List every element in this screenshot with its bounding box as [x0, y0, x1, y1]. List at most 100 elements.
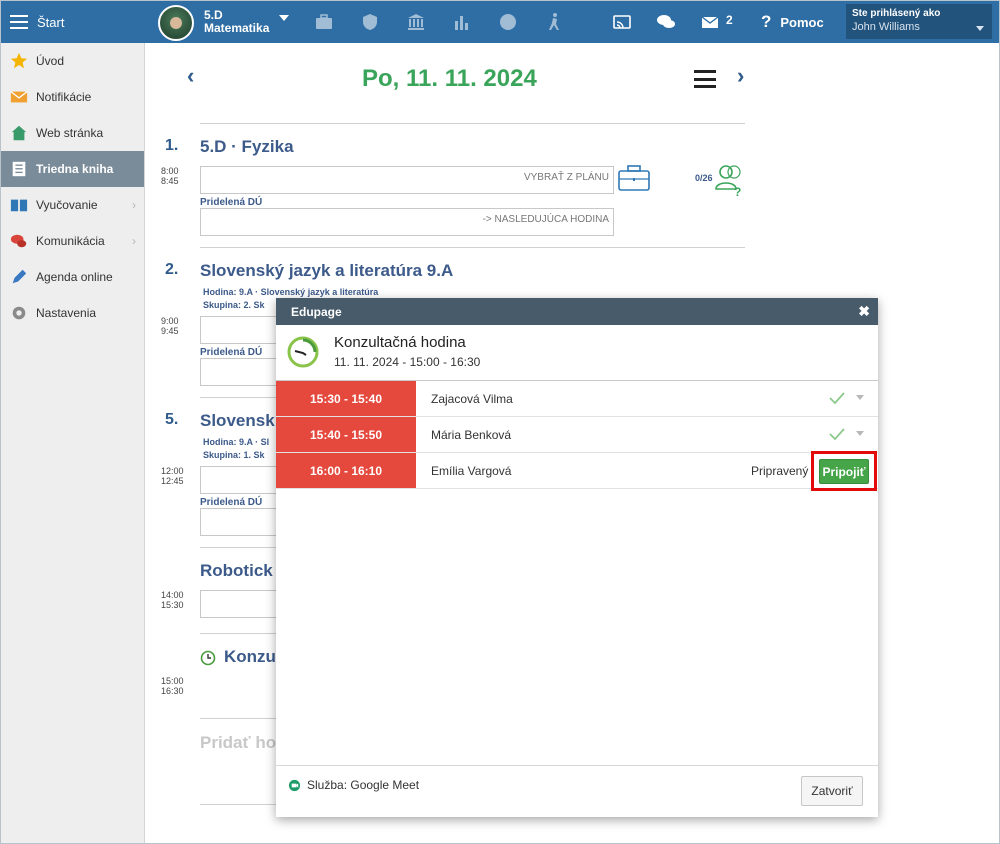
homework-label: Pridelená DÚ	[200, 497, 263, 508]
chat-icon[interactable]	[655, 11, 677, 33]
attendance-count: 0/26	[695, 173, 713, 183]
help-label: Pomoc	[780, 14, 824, 30]
clock-icon	[287, 336, 319, 368]
lesson-time: 9:00 9:45	[161, 316, 179, 336]
sidebar-item-uvod[interactable]: Úvod	[1, 43, 144, 79]
sidebar-item-label: Notifikácie	[36, 90, 92, 104]
lesson-title[interactable]: Slovensk	[200, 411, 275, 431]
start-menu-button[interactable]: Štart	[1, 1, 145, 43]
chat-icon	[10, 232, 28, 250]
add-lesson-button[interactable]: Pridať ho	[200, 733, 276, 753]
next-day-button[interactable]: ›	[737, 63, 744, 89]
lesson-time: 14:00 15:30	[161, 590, 184, 610]
chevron-down-icon[interactable]	[279, 15, 289, 21]
sidebar-item-notifikacie[interactable]: Notifikácie	[1, 79, 144, 115]
sidebar-item-label: Úvod	[36, 54, 65, 68]
sidebar-item-agenda-online[interactable]: Agenda online	[1, 259, 144, 295]
notebook-icon	[10, 160, 28, 178]
bank-icon[interactable]	[405, 11, 427, 33]
hamburger-icon	[10, 15, 28, 29]
pen-icon	[10, 268, 28, 286]
slot-participant: Mária Benková	[431, 428, 512, 442]
sidebar: Úvod Notifikácie Web stránka Triedna kni…	[1, 43, 145, 843]
close-button[interactable]: Zatvoriť	[801, 776, 863, 806]
divider	[200, 123, 745, 124]
clock-icon	[200, 650, 216, 666]
lesson-title[interactable]: Robotick	[200, 561, 273, 581]
slot-time: 16:00 - 16:10	[276, 453, 416, 488]
consultation-slot[interactable]: 15:30 - 15:40 Zajacová Vilma	[276, 381, 878, 417]
mail-count-badge: 2	[726, 13, 733, 27]
prev-day-button[interactable]: ‹	[187, 63, 194, 89]
briefcase-icon[interactable]	[313, 11, 335, 33]
service-info: Služba: Google Meet	[288, 778, 419, 792]
start-label: Štart	[37, 14, 65, 30]
book-icon	[10, 196, 28, 214]
chevron-down-icon[interactable]	[856, 395, 864, 400]
sidebar-item-label: Web stránka	[36, 126, 104, 140]
close-icon[interactable]: ✖	[858, 303, 870, 320]
dialog-header: Edupage ✖	[276, 298, 878, 325]
star-icon	[10, 52, 28, 70]
lesson-topic-field[interactable]: VYBRAŤ Z PLÁNU	[200, 166, 614, 194]
dialog-footer: Služba: Google Meet Zatvoriť	[276, 765, 878, 817]
consultation-slot[interactable]: 16:00 - 16:10 Emília Vargová Pripravený …	[276, 451, 878, 491]
top-bar: Štart 5.D Matematika 2 ? Pomoc Ste prihl…	[1, 1, 999, 43]
sidebar-item-label: Nastavenia	[36, 306, 97, 320]
event-title: Konzultačná hodina	[334, 334, 466, 351]
consultation-slot[interactable]: 15:40 - 15:50 Mária Benková	[276, 417, 878, 453]
chevron-down-icon	[976, 26, 984, 31]
lesson-title[interactable]: Konzu	[224, 647, 276, 667]
consultation-dialog: Edupage ✖ Konzultačná hodina 11. 11. 202…	[276, 298, 878, 817]
event-datetime: 11. 11. 2024 - 15:00 - 16:30	[334, 355, 481, 369]
service-label: Služba: Google Meet	[307, 778, 420, 792]
homework-label: Pridelená DÚ	[200, 347, 263, 358]
gear-icon	[10, 304, 28, 322]
bar-chart-icon[interactable]	[451, 11, 473, 33]
sidebar-item-web-stranka[interactable]: Web stránka	[1, 115, 144, 151]
join-button[interactable]: Pripojiť	[819, 459, 869, 484]
mail-icon[interactable]	[699, 11, 721, 33]
students-icon[interactable]: ?	[714, 163, 746, 197]
lesson-time: 8:00 8:45	[161, 166, 179, 186]
event-header: Konzultačná hodina 11. 11. 2024 - 15:00 …	[276, 325, 878, 381]
homework-field[interactable]: -> NASLEDUJÚCA HODINA	[200, 208, 614, 236]
user-menu[interactable]: Ste prihlásený ako John Williams	[846, 4, 992, 39]
svg-text:?: ?	[734, 185, 741, 197]
chevron-right-icon: ›	[132, 234, 136, 248]
class-selector[interactable]: 5.D Matematika	[204, 9, 269, 35]
question-icon: ?	[761, 12, 772, 31]
sidebar-item-label: Komunikácia	[36, 234, 105, 248]
sidebar-item-nastavenia[interactable]: Nastavenia	[1, 295, 144, 331]
day-title: Po, 11. 11. 2024	[362, 65, 537, 92]
sidebar-item-triedna-kniha[interactable]: Triedna kniha	[1, 151, 144, 187]
sidebar-item-label: Triedna kniha	[36, 162, 114, 176]
slot-time: 15:30 - 15:40	[276, 381, 416, 416]
cast-icon[interactable]	[611, 11, 633, 33]
user-name: John Williams	[852, 21, 920, 33]
homework-placeholder: -> NASLEDUJÚCA HODINA	[482, 214, 609, 225]
chevron-down-icon[interactable]	[856, 431, 864, 436]
lesson-title[interactable]: 5.D · Fyzika	[200, 137, 294, 157]
sidebar-item-label: Vyučovanie	[36, 198, 98, 212]
slot-status: Pripravený	[751, 464, 809, 478]
lesson-number: 1.	[165, 137, 179, 154]
menu-icon[interactable]	[694, 70, 716, 88]
join-highlight: Pripojiť	[811, 451, 877, 491]
sidebar-item-komunikacia[interactable]: Komunikácia ›	[1, 223, 144, 259]
briefcase-icon[interactable]	[618, 165, 650, 191]
chevron-right-icon: ›	[132, 198, 136, 212]
atom-icon[interactable]	[497, 11, 519, 33]
logged-in-label: Ste prihlásený ako	[852, 8, 941, 19]
lesson-time: 12:00 12:45	[161, 466, 184, 486]
sidebar-item-label: Agenda online	[36, 270, 113, 284]
envelope-icon	[10, 88, 28, 106]
lesson-title[interactable]: Slovenský jazyk a literatúra 9.A	[200, 261, 453, 281]
hiking-icon[interactable]	[543, 11, 565, 33]
divider	[200, 247, 745, 248]
class-avatar[interactable]	[158, 5, 194, 41]
help-button[interactable]: ? Pomoc	[761, 12, 824, 32]
shield-icon[interactable]	[359, 11, 381, 33]
sidebar-item-vyucovanie[interactable]: Vyučovanie ›	[1, 187, 144, 223]
lesson-number: 2.	[165, 261, 179, 278]
